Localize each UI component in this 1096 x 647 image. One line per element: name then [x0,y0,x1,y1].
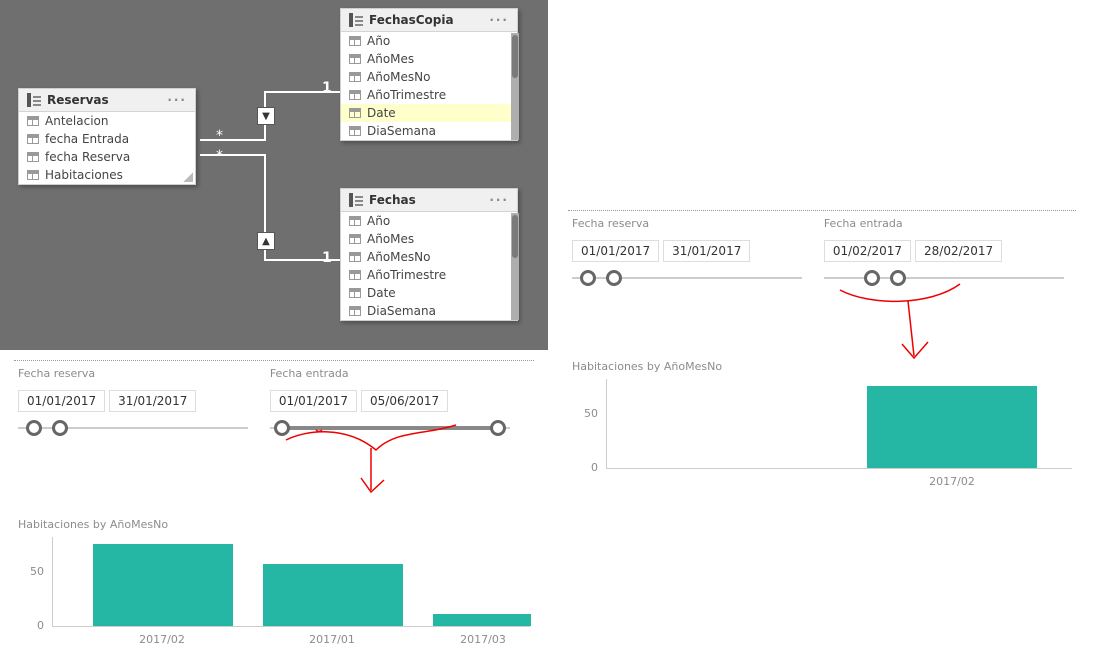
column-icon [349,36,361,46]
cardinality-one-2: 1 [322,250,332,266]
field-row[interactable]: DiaSemana [341,122,517,140]
field-row[interactable]: fecha Reserva [19,148,195,166]
date-from-input[interactable]: 01/01/2017 [572,240,659,262]
date-from-input[interactable]: 01/01/2017 [270,390,357,412]
column-icon [349,234,361,244]
slicer-label: Fecha entrada [270,367,510,380]
date-from-input[interactable]: 01/01/2017 [18,390,105,412]
column-icon [27,134,39,144]
column-icon [349,90,361,100]
bar[interactable] [93,544,233,626]
table-reservas[interactable]: Reservas ··· Antelacion fecha Entrada fe… [18,88,196,185]
field-row[interactable]: AñoMesNo [341,248,517,266]
filter-direction-badge-2[interactable]: ▲ [257,232,275,250]
date-to-input[interactable]: 05/06/2017 [361,390,448,412]
resize-handle[interactable] [183,172,193,182]
column-icon [349,126,361,136]
column-icon [349,216,361,226]
scrollbar[interactable] [511,213,519,320]
column-icon [349,72,361,82]
table-fechas[interactable]: Fechas ··· Año AñoMes AñoMesNo AñoTrimes… [340,188,518,321]
field-row[interactable]: Habitaciones [19,166,195,184]
date-to-input[interactable]: 31/01/2017 [663,240,750,262]
column-icon [349,270,361,280]
slicer-fecha-reserva[interactable]: Fecha reserva 01/01/2017 31/01/2017 [572,217,802,288]
table-title: Fechas [369,193,416,207]
column-icon [349,288,361,298]
field-row[interactable]: Año [341,32,517,50]
bar[interactable] [867,386,1037,468]
date-to-input[interactable]: 31/01/2017 [109,390,196,412]
field-row[interactable]: AñoTrimestre [341,86,517,104]
report-pane-right: Fecha reserva 01/01/2017 31/01/2017 Fech… [548,190,1096,630]
slicer-label: Fecha reserva [572,217,802,230]
slider-thumb[interactable] [490,420,506,436]
cardinality-many-1: * [216,128,223,144]
column-icon [349,108,361,118]
column-icon [349,306,361,316]
cardinality-many-2: * [216,148,223,164]
table-icon [349,13,363,27]
slider-thumb[interactable] [52,420,68,436]
slicer-label: Fecha reserva [18,367,248,380]
model-diagram: * * 1 1 ▼ ▲ Reservas ··· Antelacion fech… [0,0,548,350]
column-icon [349,252,361,262]
column-icon [349,54,361,64]
scrollbar[interactable] [511,33,519,140]
field-row[interactable]: AñoMes [341,230,517,248]
field-row[interactable]: AñoMes [341,50,517,68]
table-icon [349,193,363,207]
column-icon [27,152,39,162]
ellipsis-icon[interactable]: ··· [167,93,187,107]
annotation-arrow-right [830,276,990,376]
bar-chart-left[interactable]: 50 0 2017/02 2017/01 2017/03 [18,537,530,647]
filter-direction-badge-1[interactable]: ▼ [257,107,275,125]
field-row[interactable]: Date [341,104,517,122]
slider-thumb[interactable] [580,270,596,286]
field-row[interactable]: Date [341,284,517,302]
field-row[interactable]: Año [341,212,517,230]
column-icon [27,116,39,126]
slicer-label: Fecha entrada [824,217,1064,230]
table-fechascopia[interactable]: FechasCopia ··· Año AñoMes AñoMesNo AñoT… [340,8,518,141]
table-title: Reservas [47,93,109,107]
field-row[interactable]: fecha Entrada [19,130,195,148]
date-from-input[interactable]: 01/02/2017 [824,240,911,262]
date-to-input[interactable]: 28/02/2017 [915,240,1002,262]
field-row[interactable]: AñoTrimestre [341,266,517,284]
field-row[interactable]: AñoMesNo [341,68,517,86]
field-row[interactable]: Antelacion [19,112,195,130]
field-row[interactable]: DiaSemana [341,302,517,320]
ellipsis-icon[interactable]: ··· [489,193,509,207]
column-icon [27,170,39,180]
slider-thumb[interactable] [26,420,42,436]
table-title: FechasCopia [369,13,454,27]
cardinality-one-1: 1 [322,80,332,96]
annotation-arrow-left [276,420,476,520]
chart-title: Habitaciones by AñoMesNo [572,360,1072,373]
ellipsis-icon[interactable]: ··· [489,13,509,27]
bar-chart-right[interactable]: 50 0 2017/02 [572,379,1072,489]
slicer-fecha-reserva[interactable]: Fecha reserva 01/01/2017 31/01/2017 [18,367,248,438]
bar[interactable] [433,614,531,626]
table-icon [27,93,41,107]
bar[interactable] [263,564,403,626]
slider-thumb[interactable] [606,270,622,286]
